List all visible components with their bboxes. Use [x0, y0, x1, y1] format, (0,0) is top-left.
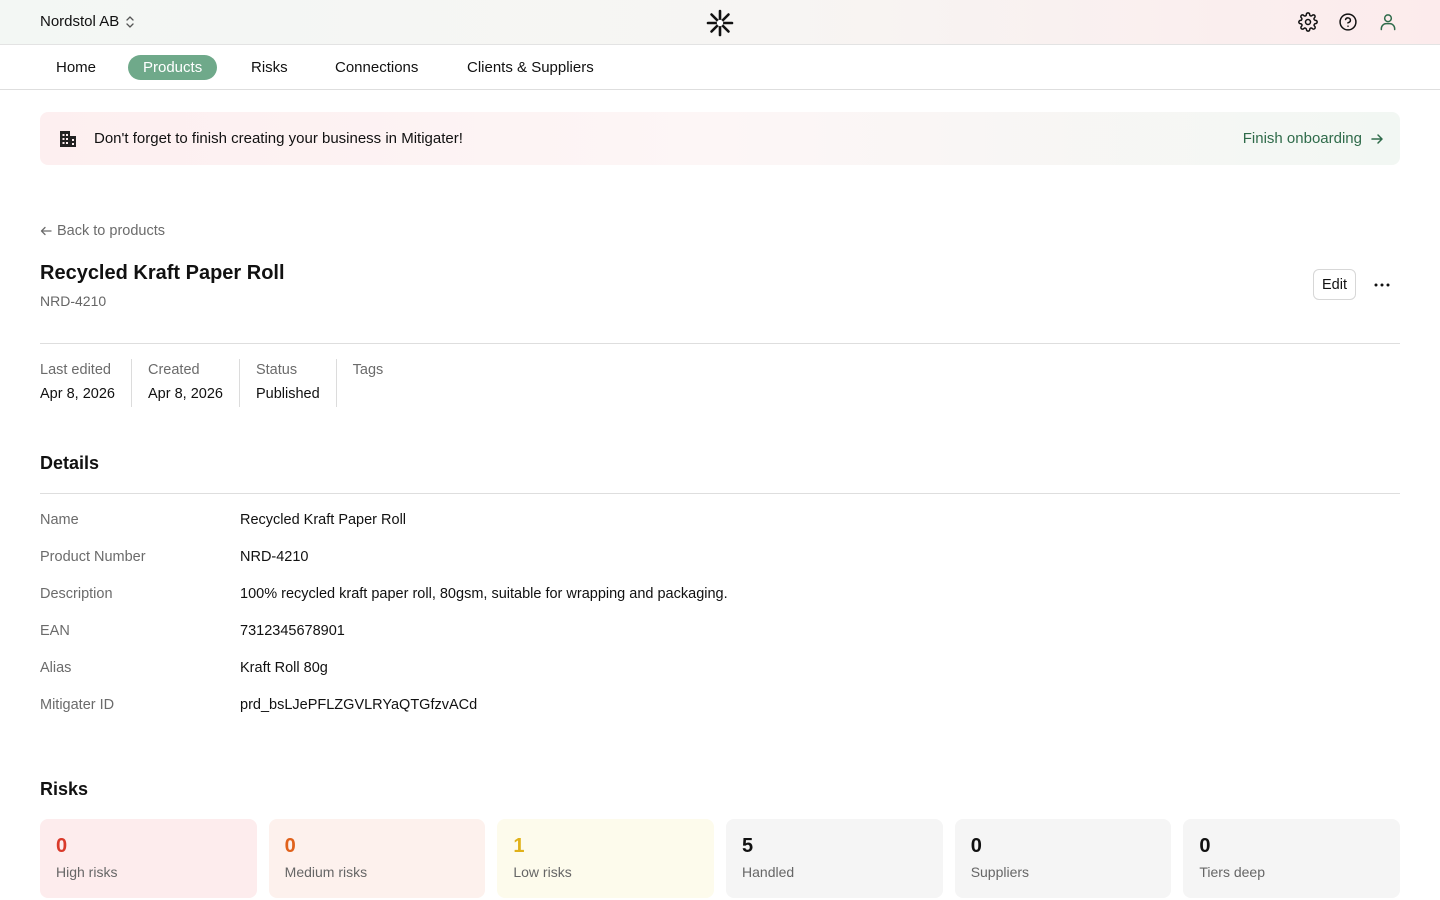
detail-row-product-number: Product Number NRD-4210: [40, 549, 1400, 569]
risk-card-handled[interactable]: 5 Handled: [726, 819, 943, 898]
detail-row-description: Description 100% recycled kraft paper ro…: [40, 586, 1400, 606]
risk-label: Suppliers: [970, 864, 1030, 880]
risk-count: 0: [56, 835, 68, 857]
detail-row-mitigater-id: Mitigater ID prd_bsLJePFLZGVLRYaQTGfzvAC…: [40, 697, 1400, 717]
risk-label: Tiers deep: [1199, 864, 1265, 880]
risk-count: 0: [970, 835, 982, 857]
more-horizontal-icon: [1374, 283, 1390, 287]
more-options-button[interactable]: [1368, 272, 1396, 298]
meta-status: Status Published: [238, 359, 336, 407]
chevron-updown-icon: [126, 15, 134, 28]
risk-label: High risks: [56, 864, 118, 880]
finish-onboarding-label: Finish onboarding: [1242, 130, 1362, 147]
arrow-left-icon: [40, 226, 52, 236]
risks-heading: Risks: [40, 779, 89, 799]
arrow-right-icon: [1371, 133, 1383, 144]
detail-row-ean: EAN 7312345678901: [40, 623, 1400, 643]
meta-created: Created Apr 8, 2026: [130, 359, 239, 407]
detail-value: Kraft Roll 80g: [240, 660, 328, 676]
meta-tags: Tags: [335, 359, 400, 407]
detail-value: 100% recycled kraft paper roll, 80gsm, s…: [240, 586, 728, 602]
meta-value: Apr 8, 2026: [147, 386, 223, 402]
detail-label: Product Number: [40, 549, 146, 565]
finish-onboarding-link[interactable]: Finish onboarding: [1243, 130, 1384, 147]
page-title: Recycled Kraft Paper Roll: [40, 262, 285, 284]
product-meta: Last edited Apr 8, 2026 Created Apr 8, 2…: [40, 359, 399, 407]
risk-count: 1: [513, 835, 525, 857]
meta-last-edited: Last edited Apr 8, 2026: [40, 359, 131, 407]
risk-label: Medium risks: [284, 864, 368, 880]
meta-label: Tags: [352, 362, 384, 378]
meta-value: Published: [255, 386, 320, 402]
detail-value: 7312345678901: [240, 623, 345, 639]
tab-clients-suppliers[interactable]: Clients & Suppliers: [452, 55, 609, 80]
divider: [40, 343, 1400, 344]
detail-value: prd_bsLJePFLZGVLRYaQTGfzvACd: [240, 697, 478, 713]
meta-label: Created: [147, 362, 200, 378]
risk-count: 0: [1199, 835, 1211, 857]
meta-label: Status: [255, 362, 298, 378]
top-bar: Nordstol AB: [0, 0, 1440, 45]
detail-label: Mitigater ID: [40, 697, 115, 713]
risk-label: Low risks: [513, 864, 572, 880]
detail-value: NRD-4210: [240, 549, 309, 565]
meta-label: Last edited: [40, 362, 111, 378]
detail-label: Name: [40, 512, 79, 528]
risk-card-suppliers[interactable]: 0 Suppliers: [954, 819, 1172, 898]
tab-home[interactable]: Home: [41, 55, 111, 80]
back-to-products-link[interactable]: Back to products: [40, 223, 165, 239]
tab-connections[interactable]: Connections: [320, 55, 433, 80]
risk-card-high[interactable]: 0 High risks: [40, 819, 257, 898]
gear-icon[interactable]: [1296, 10, 1320, 34]
detail-value: Recycled Kraft Paper Roll: [240, 512, 407, 528]
detail-label: Alias: [40, 660, 72, 676]
org-name: Nordstol AB: [40, 13, 120, 30]
building-icon: [60, 131, 76, 147]
main-nav: Home Products Risks Connections Clients …: [0, 45, 1440, 90]
mitigater-logo[interactable]: [706, 9, 734, 37]
risk-summary: 0 High risks 0 Medium risks 1 Low risks …: [40, 819, 1401, 898]
details-heading: Details: [40, 453, 100, 473]
tab-products[interactable]: Products: [128, 55, 218, 80]
org-switcher[interactable]: Nordstol AB: [40, 13, 135, 30]
tab-risks[interactable]: Risks: [236, 55, 303, 80]
user-icon[interactable]: [1376, 10, 1400, 34]
detail-label: EAN: [40, 623, 70, 639]
onboarding-banner: Don't forget to finish creating your bus…: [40, 112, 1400, 165]
header-actions: [1296, 10, 1400, 34]
product-number: NRD-4210: [40, 293, 107, 309]
help-icon[interactable]: [1336, 10, 1360, 34]
risk-label: Handled: [742, 864, 795, 880]
detail-row-alias: Alias Kraft Roll 80g: [40, 660, 1400, 680]
risk-card-medium[interactable]: 0 Medium risks: [268, 819, 486, 898]
meta-value: Apr 8, 2026: [40, 386, 115, 402]
risk-card-low[interactable]: 1 Low risks: [497, 819, 715, 898]
banner-message: Don't forget to finish creating your bus…: [94, 130, 463, 147]
divider: [40, 493, 1400, 494]
detail-label: Description: [40, 586, 113, 602]
risk-count: 0: [284, 835, 296, 857]
back-label: Back to products: [57, 223, 165, 239]
detail-row-name: Name Recycled Kraft Paper Roll: [40, 512, 1400, 532]
risk-count: 5: [742, 835, 754, 857]
risk-card-tiers[interactable]: 0 Tiers deep: [1183, 819, 1401, 898]
edit-button[interactable]: Edit: [1313, 269, 1356, 300]
